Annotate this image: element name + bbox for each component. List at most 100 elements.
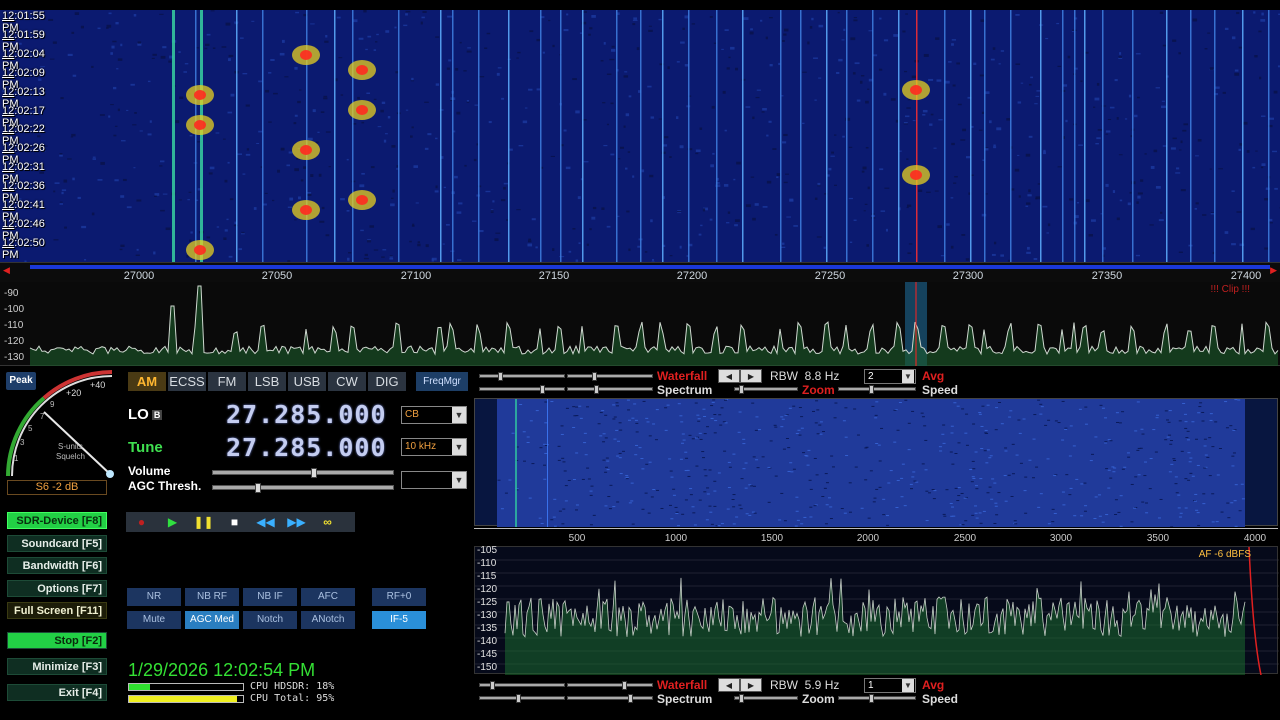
rf-spectrum[interactable]: -90 -100 -110 -120 -130 !!! Clip !!!	[0, 282, 1280, 366]
soundcard-button[interactable]: Soundcard [F5]	[7, 535, 107, 552]
peak-button[interactable]: Peak	[6, 372, 36, 390]
arrow-right-icon[interactable]: ▶	[740, 678, 762, 692]
af-waterfall-controls: Waterfall Spectrum ◀ ▶ RBW 8.8 Hz Zoom 2 ▼…	[476, 368, 976, 398]
af-frequency-ruler[interactable]: 500 1000 1500 2000 2500 3000 3500 4000	[474, 528, 1278, 546]
bandwidth-button[interactable]: Bandwidth [F6]	[7, 557, 107, 574]
frequency-ruler[interactable]: ◀ ▶ 27000 27050 27100 27150 27200 27250 …	[0, 262, 1280, 282]
if-gain-button[interactable]: IF-5	[372, 611, 426, 629]
agc-med-button[interactable]: AGC Med	[185, 611, 239, 629]
af-db-label: -115	[477, 571, 497, 582]
waterfall-slider-1[interactable]	[479, 681, 565, 690]
minimize-button[interactable]: Minimize [F3]	[7, 658, 107, 675]
chevron-down-icon[interactable]: ▼	[902, 679, 914, 692]
ruler-scrollbar[interactable]	[30, 265, 1270, 269]
rf-gain-button[interactable]: RF+0	[372, 588, 426, 606]
play-icon[interactable]: ▶	[157, 512, 188, 532]
stop-icon[interactable]: ■	[219, 512, 250, 532]
rbw-stepper[interactable]: ◀ ▶	[718, 369, 762, 383]
fast-forward-icon[interactable]: ▶▶	[281, 512, 312, 532]
control-panel: Peak +40 +20 9 7 5 3 1 S-units Squelch S…	[0, 366, 472, 720]
lo-frequency-display[interactable]: 27.285.000	[226, 400, 387, 429]
tune-frequency-display[interactable]: 27.285.000	[226, 433, 387, 462]
spectrum-slider-2[interactable]	[567, 694, 653, 703]
af-tick: 500	[568, 533, 586, 544]
volume-knob[interactable]	[311, 468, 317, 478]
nr-button[interactable]: NR	[127, 588, 181, 606]
arrow-left-icon[interactable]: ◀	[718, 369, 740, 383]
waterfall-slider-2[interactable]	[567, 681, 653, 690]
pause-icon[interactable]: ❚❚	[188, 512, 219, 532]
nb-rf-button[interactable]: NB RF	[185, 588, 239, 606]
speed-slider[interactable]	[838, 385, 916, 394]
mode-usb-button[interactable]: USB	[288, 372, 326, 391]
freqmgr-button[interactable]: FreqMgr	[416, 372, 468, 391]
mode-fm-button[interactable]: FM	[208, 372, 246, 391]
carrier-trace	[398, 10, 400, 262]
full-screen-button[interactable]: Full Screen [F11]	[7, 602, 107, 619]
af-db-label: -125	[477, 597, 498, 608]
carrier-trace	[898, 10, 900, 262]
lo-label: LO B	[128, 406, 163, 423]
chevron-down-icon[interactable]: ▼	[452, 439, 466, 455]
anotch-button[interactable]: ANotch	[301, 611, 355, 629]
zoom-slider[interactable]	[734, 694, 798, 703]
af-spectrum[interactable]: -105 -110 -115 -120 -125 -130 -135 -140 …	[474, 545, 1279, 676]
rewind-icon[interactable]: ◀◀	[250, 512, 281, 532]
main-waterfall[interactable]: 12:01:55 PM 12:01:59 PM 12:02:04 PM 12:0…	[0, 10, 1280, 262]
carrier-trace	[780, 10, 782, 262]
rf-spectrum-trace[interactable]	[0, 282, 1280, 366]
tune-step-select[interactable]: 10 kHz ▼	[401, 438, 467, 456]
record-icon[interactable]: ●	[126, 512, 157, 532]
avg-select[interactable]: 1 ▼	[864, 678, 916, 693]
af-waterfall[interactable]	[474, 398, 1279, 528]
notch-button[interactable]: Notch	[243, 611, 297, 629]
mode-dig-button[interactable]: DIG	[368, 372, 406, 391]
waterfall-slider-2[interactable]	[567, 372, 653, 381]
spectrum-slider-1[interactable]	[479, 694, 565, 703]
stop-button[interactable]: Stop [F2]	[7, 632, 107, 649]
rbw-stepper[interactable]: ◀ ▶	[718, 678, 762, 692]
volume-slider[interactable]	[212, 468, 394, 478]
loop-icon[interactable]: ∞	[312, 512, 343, 532]
band-select[interactable]: CB ▼	[401, 406, 467, 424]
chevron-down-icon[interactable]: ▼	[902, 370, 914, 383]
nb-if-button[interactable]: NB IF	[243, 588, 297, 606]
mode-am-button[interactable]: AM	[128, 372, 166, 391]
chevron-down-icon[interactable]: ▼	[452, 472, 466, 488]
scroll-right-icon[interactable]: ▶	[1270, 265, 1277, 276]
af-waterfall-canvas[interactable]	[475, 399, 1279, 528]
carrier-trace	[984, 10, 986, 262]
mode-lsb-button[interactable]: LSB	[248, 372, 286, 391]
exit-button[interactable]: Exit [F4]	[7, 684, 107, 701]
af-spectrum-trace[interactable]	[475, 546, 1279, 676]
scroll-left-icon[interactable]: ◀	[3, 265, 10, 276]
speed-slider[interactable]	[838, 694, 916, 703]
zoom-slider[interactable]	[734, 385, 798, 394]
afc-button[interactable]: AFC	[301, 588, 355, 606]
carrier-trace	[236, 10, 238, 262]
signal-burst-core	[194, 90, 206, 100]
sdr-device-button[interactable]: SDR-Device [F8]	[7, 512, 107, 529]
cpu-total-text: CPU Total: 95%	[250, 693, 335, 704]
mode-ecss-button[interactable]: ECSS	[168, 372, 206, 391]
arrow-left-icon[interactable]: ◀	[718, 678, 740, 692]
waterfall-slider-1[interactable]	[479, 372, 565, 381]
cpu-total-bar	[128, 695, 244, 703]
db-label: -120	[4, 336, 25, 347]
agc-thresh-knob[interactable]	[255, 483, 261, 493]
mode-cw-button[interactable]: CW	[328, 372, 366, 391]
mute-button[interactable]: Mute	[127, 611, 181, 629]
options-button[interactable]: Options [F7]	[7, 580, 107, 597]
arrow-right-icon[interactable]: ▶	[740, 369, 762, 383]
agc-select[interactable]: ▼	[401, 471, 467, 489]
carrier-trace	[478, 10, 480, 262]
smeter-scale-label: +40	[90, 380, 106, 390]
waterfall-canvas[interactable]	[0, 10, 1280, 262]
spectrum-slider-1[interactable]	[479, 385, 565, 394]
spectrum-slider-2[interactable]	[567, 385, 653, 394]
lo-b-badge[interactable]: B	[151, 410, 163, 421]
smeter-scale-label: 3	[20, 438, 25, 447]
avg-select[interactable]: 2 ▼	[864, 369, 916, 384]
chevron-down-icon[interactable]: ▼	[452, 407, 466, 423]
agc-thresh-slider[interactable]	[212, 483, 394, 493]
